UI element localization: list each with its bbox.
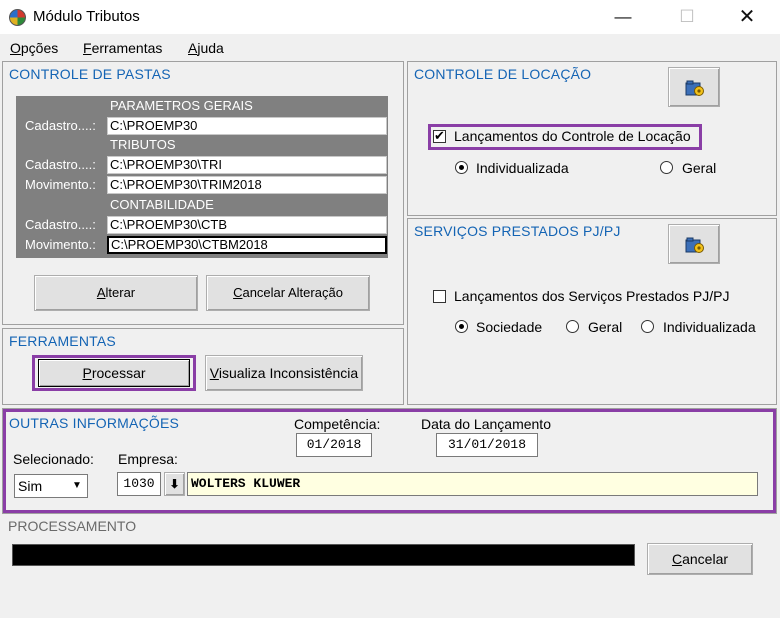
selecionado-label: Selecionado: xyxy=(13,451,94,467)
download-arrow-icon: ⬇ xyxy=(169,477,180,491)
servicos-radio-geral-label: Geral xyxy=(588,319,623,335)
competencia-field[interactable]: 01/2018 xyxy=(296,433,372,457)
tributos-movimento-label: Movimento.: xyxy=(25,177,96,192)
cancelar-alteracao-button[interactable]: Cancelar Alteração xyxy=(206,275,370,311)
processamento-panel: PROCESSAMENTO Cancelar xyxy=(2,515,777,615)
close-button[interactable]: ✕ xyxy=(724,0,770,34)
servicos-checkbox-label: Lançamentos dos Serviços Prestados PJ/PJ xyxy=(454,288,730,304)
locacao-radio-geral-label: Geral xyxy=(682,160,717,176)
folder-gear-icon xyxy=(685,237,704,253)
ferramentas-panel: FERRAMENTAS Processar Visualiza Inconsis… xyxy=(2,328,404,405)
title-bar[interactable]: Módulo Tributos — ☐ ✕ xyxy=(0,0,780,34)
contabilidade-movimento-label: Movimento.: xyxy=(25,237,96,252)
contabilidade-cadastro-label: Cadastro....: xyxy=(25,217,96,232)
tributos-cadastro-label: Cadastro....: xyxy=(25,157,96,172)
selecionado-value: Sim xyxy=(18,478,43,494)
window-title: Módulo Tributos xyxy=(33,8,140,25)
folder-gear-icon xyxy=(685,80,704,96)
locacao-radio-geral[interactable] xyxy=(660,161,673,174)
data-lancamento-field[interactable]: 31/01/2018 xyxy=(436,433,538,457)
contabilidade-header: CONTABILIDADE xyxy=(107,196,387,214)
parametros-cadastro-field[interactable]: C:\PROEMP30 xyxy=(107,117,387,135)
contabilidade-cadastro-field[interactable]: C:\PROEMP30\CTB xyxy=(107,216,387,234)
servicos-config-button[interactable] xyxy=(668,224,720,264)
cancelar-button[interactable]: Cancelar xyxy=(647,543,753,575)
outras-title: OUTRAS INFORMAÇÕES xyxy=(9,415,180,431)
competencia-label: Competência: xyxy=(294,416,381,432)
menu-ajuda[interactable]: Ajuda xyxy=(188,40,224,56)
locacao-radio-individualizada[interactable] xyxy=(455,161,468,174)
locacao-title: CONTROLE DE LOCAÇÃO xyxy=(414,66,592,82)
servicos-radio-sociedade-label: Sociedade xyxy=(476,319,543,335)
empresa-lookup-button[interactable]: ⬇ xyxy=(164,472,185,496)
locacao-config-button[interactable] xyxy=(668,67,720,107)
selecionado-select[interactable]: Sim ▼ xyxy=(14,474,88,498)
menu-ferramentas[interactable]: Ferramentas xyxy=(83,40,162,56)
tributos-header: TRIBUTOS xyxy=(107,136,387,154)
pastas-panel: CONTROLE DE PASTAS PARAMETROS GERAIS Cad… xyxy=(2,61,404,325)
locacao-checkbox-label: Lançamentos do Controle de Locação xyxy=(454,128,691,144)
pastas-title: CONTROLE DE PASTAS xyxy=(9,66,171,82)
processar-button[interactable]: Processar xyxy=(38,359,190,387)
processamento-title: PROCESSAMENTO xyxy=(8,518,137,534)
contabilidade-movimento-field[interactable]: C:\PROEMP30\CTBM2018 xyxy=(107,236,387,254)
servicos-radio-individualizada[interactable] xyxy=(641,320,654,333)
servicos-radio-sociedade[interactable] xyxy=(455,320,468,333)
servicos-checkbox[interactable] xyxy=(433,290,446,303)
visualiza-inconsistencia-button[interactable]: Visualiza Inconsistência xyxy=(205,355,363,391)
locacao-checkbox[interactable] xyxy=(433,128,446,144)
menu-opcoes[interactable]: Opções xyxy=(10,40,58,56)
data-lancamento-label: Data do Lançamento xyxy=(421,416,551,432)
chevron-down-icon[interactable]: ▼ xyxy=(67,475,87,497)
empresa-name-field[interactable]: WOLTERS KLUWER xyxy=(187,472,758,496)
maximize-button[interactable]: ☐ xyxy=(664,0,710,34)
locacao-panel: CONTROLE DE LOCAÇÃO Lançamentos do Contr… xyxy=(407,61,777,216)
ferramentas-title: FERRAMENTAS xyxy=(9,333,116,349)
empresa-label: Empresa: xyxy=(118,451,178,467)
menu-bar: Opções Ferramentas Ajuda xyxy=(0,34,780,60)
servicos-title: SERVIÇOS PRESTADOS PJ/PJ xyxy=(414,223,621,239)
parametros-cadastro-label: Cadastro....: xyxy=(25,118,96,133)
locacao-radio-individualizada-label: Individualizada xyxy=(476,160,569,176)
alterar-button[interactable]: Alterar xyxy=(34,275,198,311)
tributos-cadastro-field[interactable]: C:\PROEMP30\TRI xyxy=(107,156,387,174)
outras-panel: OUTRAS INFORMAÇÕES Competência: 01/2018 … xyxy=(2,408,777,514)
servicos-panel: SERVIÇOS PRESTADOS PJ/PJ Lançamentos dos… xyxy=(407,218,777,405)
parametros-header: PARAMETROS GERAIS xyxy=(107,97,387,115)
servicos-radio-individualizada-label: Individualizada xyxy=(663,319,756,335)
minimize-button[interactable]: — xyxy=(600,0,646,34)
progress-bar xyxy=(12,544,635,566)
servicos-radio-geral[interactable] xyxy=(566,320,579,333)
app-icon xyxy=(9,9,26,26)
tributos-movimento-field[interactable]: C:\PROEMP30\TRIM2018 xyxy=(107,176,387,194)
empresa-code-field[interactable]: 1030 xyxy=(117,472,161,496)
